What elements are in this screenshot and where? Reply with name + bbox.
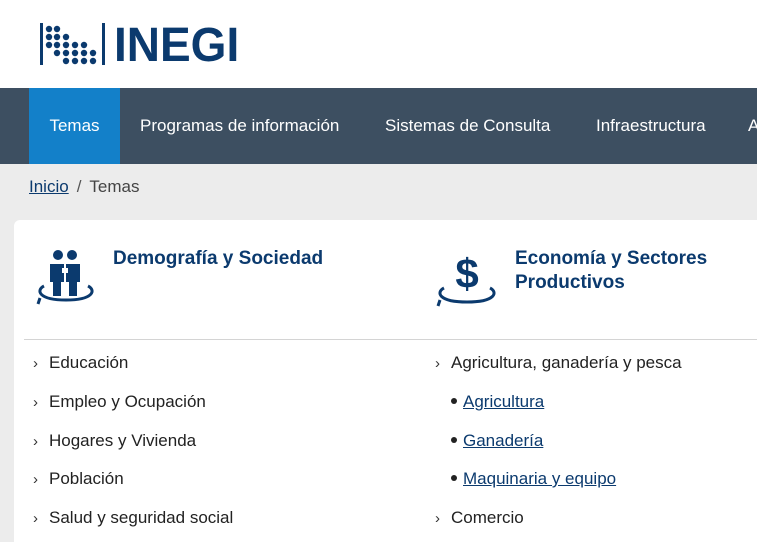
chevron-right-icon: › (33, 394, 38, 411)
site-header: INEGI (0, 0, 757, 88)
panel-divider (24, 339, 757, 340)
bullet-icon (451, 397, 457, 404)
svg-text:$: $ (455, 250, 478, 297)
bullet-icon (451, 436, 457, 443)
topic-label: Hogares y Vivienda (49, 431, 197, 450)
bullet-icon (451, 474, 457, 481)
chevron-right-icon: › (435, 510, 440, 527)
category-title-economia-line2: Productivos (515, 272, 625, 293)
dollar-icon: $ (436, 250, 496, 307)
topic-item-salud[interactable]: › Salud y seguridad social (33, 508, 233, 529)
main-nav: Temas Programas de información Sistemas … (0, 88, 757, 164)
topic-label: Agricultura, ganadería y pesca (451, 353, 682, 372)
topic-label: Educación (49, 353, 129, 372)
nav-item-truncated[interactable]: A (748, 88, 757, 164)
subtopic-link-maquinaria[interactable]: Maquinaria y equipo (463, 469, 616, 488)
inegi-logo[interactable]: INEGI (40, 16, 240, 72)
breadcrumb: Inicio / Temas (29, 177, 140, 197)
chevron-right-icon: › (33, 471, 38, 488)
category-title-economia-line1: Economía y Sectores (515, 248, 708, 269)
chevron-right-icon: › (33, 510, 38, 527)
subtopic-link-ganaderia[interactable]: Ganadería (463, 431, 543, 450)
subtopic-link-agricultura[interactable]: Agricultura (463, 392, 544, 411)
breadcrumb-separator: / (76, 177, 82, 196)
nav-item-infraestructura[interactable]: Infraestructura (596, 88, 706, 164)
chevron-right-icon: › (33, 433, 38, 450)
breadcrumb-home-link[interactable]: Inicio (29, 177, 69, 196)
topic-item-hogares[interactable]: › Hogares y Vivienda (33, 431, 196, 452)
breadcrumb-current: Temas (89, 177, 140, 196)
people-icon (36, 250, 94, 305)
topic-item-comercio[interactable]: › Comercio (435, 508, 524, 529)
topics-panel: Demografía y Sociedad $ Economía y Secto… (14, 220, 757, 542)
category-title-economia[interactable]: Economía y Sectores Productivos (515, 247, 707, 295)
topic-item-agricultura-ganaderia-pesca[interactable]: › Agricultura, ganadería y pesca (435, 353, 682, 374)
topic-label: Salud y seguridad social (49, 508, 234, 527)
topic-item-educacion[interactable]: › Educación (33, 353, 128, 374)
topic-label: Población (49, 469, 124, 488)
subtopic-agricultura: Agricultura (451, 392, 544, 412)
category-title-demografia[interactable]: Demografía y Sociedad (113, 247, 323, 271)
topic-item-empleo[interactable]: › Empleo y Ocupación (33, 392, 206, 413)
topic-item-poblacion[interactable]: › Población (33, 469, 124, 490)
logo-text: INEGI (114, 16, 240, 72)
topic-label: Comercio (451, 508, 524, 527)
chevron-right-icon: › (33, 355, 38, 372)
nav-item-sistemas[interactable]: Sistemas de Consulta (385, 88, 550, 164)
subtopic-ganaderia: Ganadería (451, 431, 543, 451)
nav-item-programas[interactable]: Programas de información (140, 88, 339, 164)
topic-label: Empleo y Ocupación (49, 392, 206, 411)
chevron-right-icon: › (435, 355, 440, 372)
subtopic-maquinaria: Maquinaria y equipo (451, 469, 616, 489)
nav-item-temas[interactable]: Temas (29, 88, 120, 164)
inegi-logo-mark-icon (40, 23, 105, 65)
